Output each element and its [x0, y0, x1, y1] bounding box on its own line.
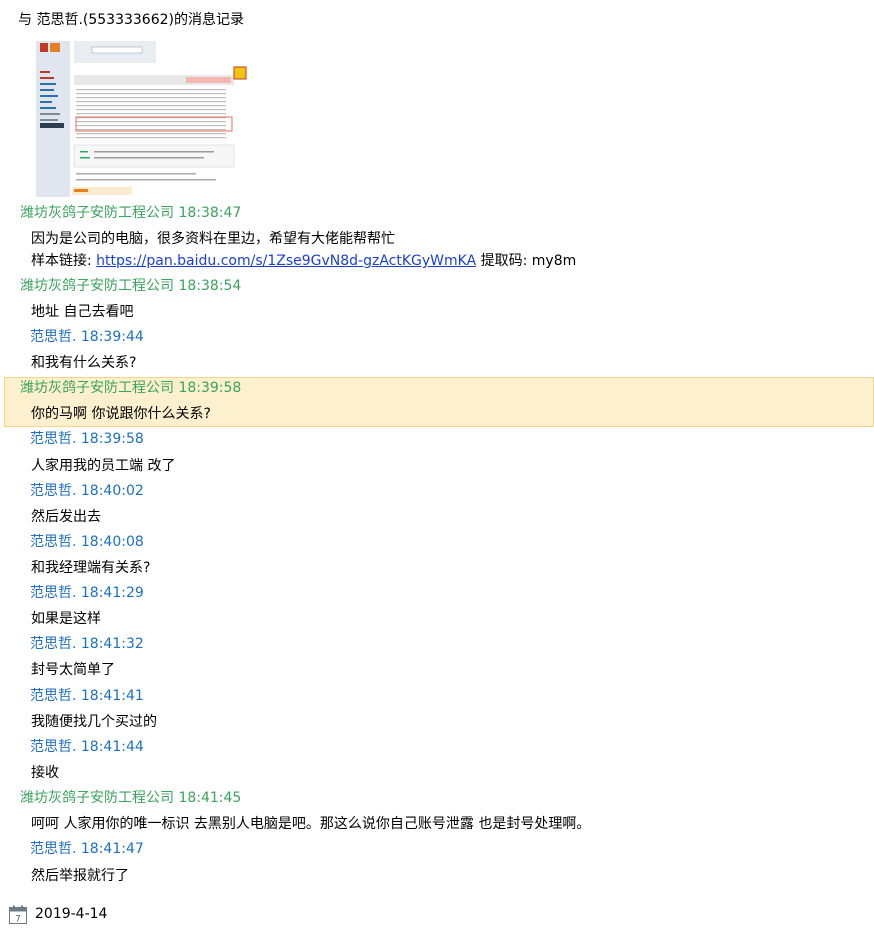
- message-sender: 潍坊灰鸽子安防工程公司 18:38:54: [20, 278, 242, 294]
- message-text: 我随便找几个买过的: [31, 714, 157, 730]
- message-text: 接收: [31, 765, 59, 781]
- message-text: 如果是这样: [31, 611, 101, 627]
- message-text: 然后举报就行了: [31, 868, 129, 884]
- screenshot-thumbnail[interactable]: [36, 41, 248, 197]
- message-sender: 范思哲. 18:41:47: [30, 841, 144, 857]
- message-sender: 范思哲. 18:39:44: [30, 329, 144, 345]
- message-link-prefix: 样本链接:: [31, 253, 97, 269]
- message-sender: 潍坊灰鸽子安防工程公司 18:38:47: [20, 205, 242, 221]
- message-sender: 范思哲. 18:40:08: [30, 534, 144, 550]
- message-link-suffix: 提取码: my8m: [476, 253, 577, 269]
- date-label: 2019-4-14: [35, 906, 108, 922]
- message-text: 人家用我的员工端 改了: [31, 458, 176, 474]
- date-separator: 7 2019-4-14: [9, 903, 107, 925]
- message-text: 地址 自己去看吧: [31, 304, 134, 320]
- message-text: 你的马啊 你说跟你什么关系?: [31, 406, 211, 422]
- message-sender: 范思哲. 18:41:29: [30, 585, 144, 601]
- calendar-icon: 7: [9, 905, 27, 924]
- message-text: 和我有什么关系?: [31, 355, 137, 371]
- message-text: 封号太简单了: [31, 662, 115, 678]
- chat-title: 与 范思哲.(553333662)的消息记录: [18, 12, 244, 28]
- message-link-line: 样本链接: https://pan.baidu.com/s/1Zse9GvN8d…: [31, 249, 874, 274]
- message-text: 呵呵 人家用你的唯一标识 去黑别人电脑是吧。那这么说你自己账号泄露 也是封号处理…: [31, 816, 591, 832]
- message-sender: 潍坊灰鸽子安防工程公司 18:41:45: [20, 790, 242, 806]
- message-text: 然后发出去: [31, 509, 101, 525]
- calendar-day: 7: [15, 914, 21, 924]
- message-sender: 范思哲. 18:41:32: [30, 636, 144, 652]
- message-text: 和我经理端有关系?: [31, 560, 151, 576]
- message-sender: 范思哲. 18:41:41: [30, 688, 144, 704]
- message-sender: 范思哲. 18:40:02: [30, 483, 144, 499]
- message-sender: 潍坊灰鸽子安防工程公司 18:39:58: [20, 380, 242, 396]
- message-sender: 范思哲. 18:39:58: [30, 431, 144, 447]
- sample-link[interactable]: https://pan.baidu.com/s/1Zse9GvN8d-gzAct…: [96, 253, 476, 269]
- screenshot-image: [36, 41, 248, 197]
- message-sender: 范思哲. 18:41:44: [30, 739, 144, 755]
